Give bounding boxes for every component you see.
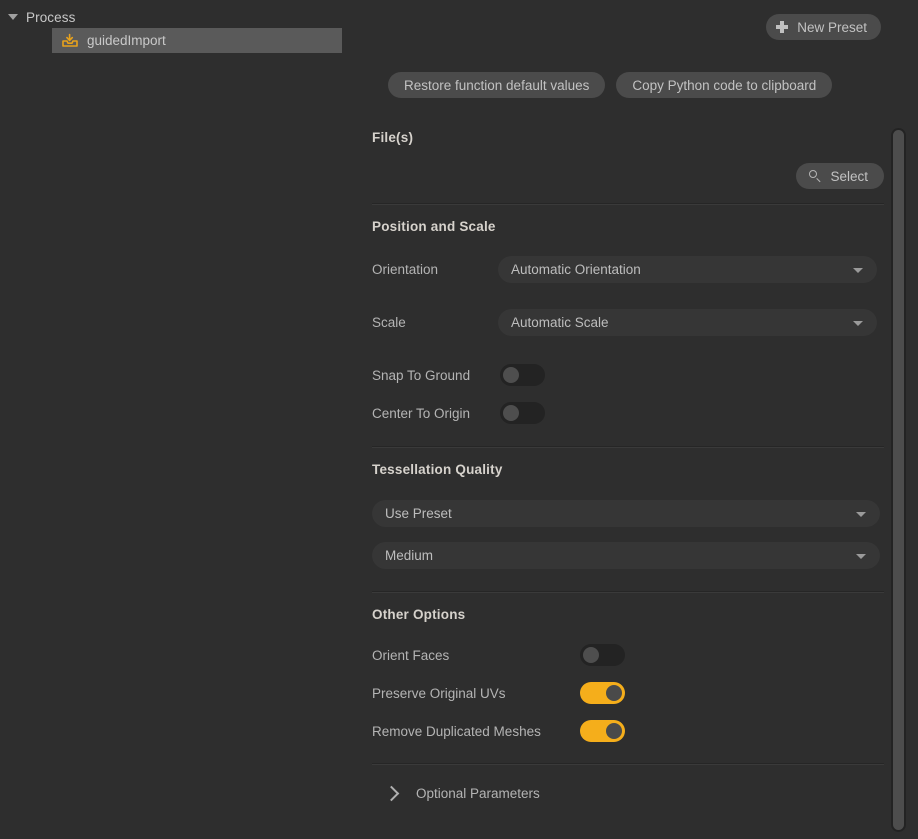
remove-duplicated-meshes-row: Remove Duplicated Meshes (372, 720, 884, 742)
divider-other-options (372, 763, 884, 765)
preserve-uvs-toggle[interactable] (580, 682, 625, 704)
process-tree-panel: Process guidedImport (0, 0, 350, 839)
orientation-label: Orientation (372, 262, 498, 277)
snap-to-ground-toggle[interactable] (500, 364, 545, 386)
preserve-uvs-label: Preserve Original UVs (372, 686, 580, 701)
import-tray-icon (62, 33, 78, 48)
tree-root-label: Process (26, 10, 75, 25)
center-to-origin-row: Center To Origin (372, 402, 884, 424)
snap-to-ground-label: Snap To Ground (372, 368, 500, 383)
triangle-down-icon[interactable] (8, 14, 18, 20)
chevron-right-icon[interactable] (384, 786, 400, 802)
files-section-title: File(s) (372, 130, 884, 145)
orient-faces-toggle[interactable] (580, 644, 625, 666)
divider-files (372, 203, 884, 205)
orient-faces-row: Orient Faces (372, 644, 884, 666)
scale-dropdown[interactable]: Automatic Scale (498, 309, 877, 336)
files-select-row: Select (372, 163, 884, 189)
chevron-down-icon (853, 321, 863, 326)
chevron-down-icon (856, 554, 866, 559)
tessellation-preset-value: Medium (385, 548, 433, 563)
select-files-label: Select (830, 169, 868, 184)
snap-to-ground-row: Snap To Ground (372, 364, 884, 386)
chevron-down-icon (856, 512, 866, 517)
tessellation-mode-dropdown[interactable]: Use Preset (372, 500, 880, 527)
orientation-value: Automatic Orientation (511, 262, 641, 277)
select-files-button[interactable]: Select (796, 163, 884, 189)
restore-defaults-button[interactable]: Restore function default values (388, 72, 605, 98)
remove-duplicated-meshes-label: Remove Duplicated Meshes (372, 724, 580, 739)
remove-duplicated-meshes-toggle[interactable] (580, 720, 625, 742)
tessellation-preset-dropdown[interactable]: Medium (372, 542, 880, 569)
tree-root-process[interactable]: Process (8, 7, 75, 27)
new-preset-label: New Preset (797, 20, 867, 35)
center-to-origin-toggle[interactable] (500, 402, 545, 424)
orient-faces-label: Orient Faces (372, 648, 580, 663)
new-preset-button[interactable]: New Preset (766, 14, 881, 40)
chevron-down-icon (853, 268, 863, 273)
plus-icon (776, 21, 788, 33)
action-buttons-row: Restore function default values Copy Pyt… (388, 72, 832, 98)
orientation-dropdown[interactable]: Automatic Orientation (498, 256, 877, 283)
divider-tessellation (372, 591, 884, 593)
scale-row: Scale Automatic Scale (372, 309, 884, 336)
divider-position-scale (372, 446, 884, 448)
parameters-panel: New Preset Restore function default valu… (350, 0, 918, 839)
optional-parameters-row[interactable]: Optional Parameters (372, 786, 884, 801)
copy-python-button[interactable]: Copy Python code to clipboard (616, 72, 832, 98)
position-scale-section-title: Position and Scale (372, 219, 884, 234)
scale-value: Automatic Scale (511, 315, 609, 330)
search-icon (809, 170, 822, 183)
preserve-uvs-row: Preserve Original UVs (372, 682, 884, 704)
tessellation-mode-value: Use Preset (385, 506, 452, 521)
tessellation-section-title: Tessellation Quality (372, 462, 884, 477)
other-options-section-title: Other Options (372, 607, 884, 622)
orientation-row: Orientation Automatic Orientation (372, 256, 884, 283)
guided-import-panel: Process guidedImport New Preset Restore … (0, 0, 918, 839)
tree-item-guided-import[interactable]: guidedImport (52, 28, 342, 53)
panel-scrollbar-track[interactable] (891, 128, 906, 832)
panel-scrollbar-thumb[interactable] (893, 130, 904, 830)
optional-parameters-label: Optional Parameters (416, 786, 540, 801)
center-to-origin-label: Center To Origin (372, 406, 500, 421)
tree-item-label: guidedImport (87, 33, 166, 48)
form-content: File(s) Select Position and Scale Orient… (372, 130, 884, 801)
scale-label: Scale (372, 315, 498, 330)
